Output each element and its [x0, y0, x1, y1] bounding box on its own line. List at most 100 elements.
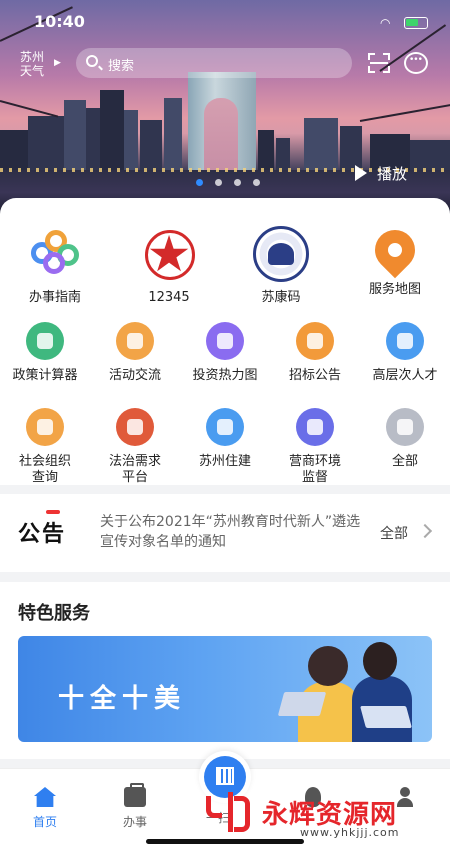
skyline-building — [410, 140, 450, 170]
all-services-button[interactable]: 全部 — [360, 408, 450, 470]
health-code-button[interactable]: 苏康码 — [236, 226, 326, 306]
skyline-building — [140, 120, 162, 170]
home-icon — [34, 787, 56, 807]
briefcase-icon — [124, 783, 146, 807]
tab-affairs[interactable]: 办事 — [105, 783, 165, 830]
high-level-talent-button[interactable]: 高层次人才 — [360, 322, 450, 384]
skyline-building — [64, 100, 86, 170]
watermark-url: www.yhkjjj.com — [300, 826, 400, 839]
qr-code-icon — [216, 767, 234, 785]
carousel-dots — [196, 171, 272, 186]
tab-label: 首页 — [32, 815, 57, 829]
skyline-building — [100, 90, 124, 170]
section-heading: 特色服务 — [18, 603, 90, 624]
watermark: 永辉资源网 www.yhkjjj.com — [200, 790, 436, 846]
carousel-dot[interactable] — [234, 179, 241, 186]
carousel-dot[interactable] — [196, 179, 203, 186]
status-bar: 10:40 ◠ — [0, 12, 450, 34]
service-label: 高层次人才 — [372, 368, 438, 383]
heatmap-icon — [206, 322, 244, 360]
play-label: 播放 — [377, 165, 408, 183]
hotline-star-icon: ★ — [141, 226, 197, 282]
tab-home[interactable]: 首页 — [15, 787, 75, 830]
hotline-12345-button[interactable]: ★ 12345 — [124, 226, 214, 306]
skyline-building — [276, 138, 290, 170]
skyline-building — [164, 98, 182, 170]
notice-text[interactable]: 关于公布2021年“苏州教育时代新人”遴选宣传对象名单的通知 — [100, 512, 362, 552]
service-guide-button[interactable]: 办事指南 — [10, 226, 100, 306]
calculator-icon — [26, 322, 64, 360]
gavel-icon — [296, 322, 334, 360]
man-head-illustration — [363, 642, 397, 680]
service-label: 全部 — [391, 454, 418, 469]
watermark-logo — [206, 792, 252, 836]
activity-exchange-button[interactable]: 活动交流 — [90, 322, 180, 384]
gate-of-orient-landmark — [188, 72, 256, 170]
scan-icon[interactable] — [368, 53, 390, 73]
play-button[interactable]: 播放 — [355, 163, 407, 184]
org-search-icon — [26, 408, 64, 446]
service-label: 苏州住建 — [198, 454, 251, 469]
tender-notice-button[interactable]: 招标公告 — [270, 322, 360, 384]
search-input[interactable]: 搜索 — [76, 48, 352, 78]
health-code-seal-icon — [253, 226, 309, 282]
law-platform-icon — [116, 408, 154, 446]
service-label: 12345 — [148, 290, 190, 305]
policy-calculator-button[interactable]: 政策计算器 — [0, 322, 90, 384]
carousel-dot[interactable] — [215, 179, 222, 186]
notice-all-link[interactable]: 全部 — [380, 523, 408, 543]
map-pin-icon — [366, 221, 424, 279]
wifi-icon: ◠ — [380, 16, 391, 30]
graduation-cap-icon — [386, 322, 424, 360]
service-label: 苏康码 — [261, 290, 301, 305]
service-label: 社会组织 查询 — [18, 454, 71, 485]
search-placeholder: 搜索 — [108, 59, 135, 74]
business-env-supervision-button[interactable]: 营商环境 监督 — [270, 408, 360, 486]
message-icon[interactable] — [404, 52, 428, 74]
services-panel: 办事指南 ★ 12345 苏康码 服务地图 政策计算器 活动交流 投资热力图 招… — [0, 198, 450, 485]
battery-icon — [404, 17, 428, 29]
status-time: 10:40 — [34, 12, 85, 31]
service-label: 政策计算器 — [12, 368, 78, 383]
law-platform-button[interactable]: 法治需求 平台 — [90, 408, 180, 486]
notice-title: 公告 — [18, 510, 66, 548]
tab-label: 办事 — [122, 815, 147, 829]
service-map-button[interactable]: 服务地图 — [350, 221, 440, 298]
hero-banner[interactable]: 10:40 ◠ 苏州 天气 ▶ 搜索 播放 — [0, 0, 450, 215]
service-guide-icon — [27, 226, 83, 282]
laptop-illustration — [277, 692, 327, 716]
service-label: 法治需求 平台 — [108, 454, 161, 485]
play-icon — [355, 165, 367, 181]
grid-all-icon — [386, 408, 424, 446]
housing-icon — [206, 408, 244, 446]
woman-head-illustration — [308, 646, 348, 686]
caret-right-icon: ▶ — [54, 58, 61, 68]
service-label: 活动交流 — [108, 368, 161, 383]
search-icon — [86, 55, 98, 67]
weather-button[interactable]: 苏州 天气 ▶ — [20, 50, 64, 78]
service-label: 服务地图 — [368, 282, 421, 297]
notice-bar[interactable]: 公告 关于公布2021年“苏州教育时代新人”遴选宣传对象名单的通知 全部 — [0, 494, 450, 572]
investment-heatmap-button[interactable]: 投资热力图 — [180, 322, 270, 384]
laptop-illustration — [360, 706, 412, 728]
skyline-building — [0, 130, 30, 170]
featured-banner[interactable]: 十全十美 — [18, 636, 432, 742]
carousel-dot[interactable] — [253, 179, 260, 186]
banner-title: 十全十美 — [58, 684, 187, 714]
service-label: 办事指南 — [28, 290, 81, 305]
suzhou-housing-button[interactable]: 苏州住建 — [180, 408, 270, 470]
tree-branch — [0, 100, 59, 118]
police-cap-icon — [296, 408, 334, 446]
social-org-search-button[interactable]: 社会组织 查询 — [0, 408, 90, 486]
skyline-building — [304, 118, 338, 170]
service-label: 营商环境 监督 — [288, 454, 341, 485]
tree-branch — [359, 102, 450, 122]
chat-icon — [116, 322, 154, 360]
service-label: 投资热力图 — [192, 368, 258, 383]
featured-services-section: 特色服务 十全十美 — [0, 582, 450, 759]
skyline-building — [28, 116, 64, 170]
skyline-building — [124, 110, 138, 170]
chevron-right-icon[interactable] — [417, 523, 433, 539]
service-label: 招标公告 — [288, 368, 341, 383]
skyline-building — [258, 130, 274, 170]
